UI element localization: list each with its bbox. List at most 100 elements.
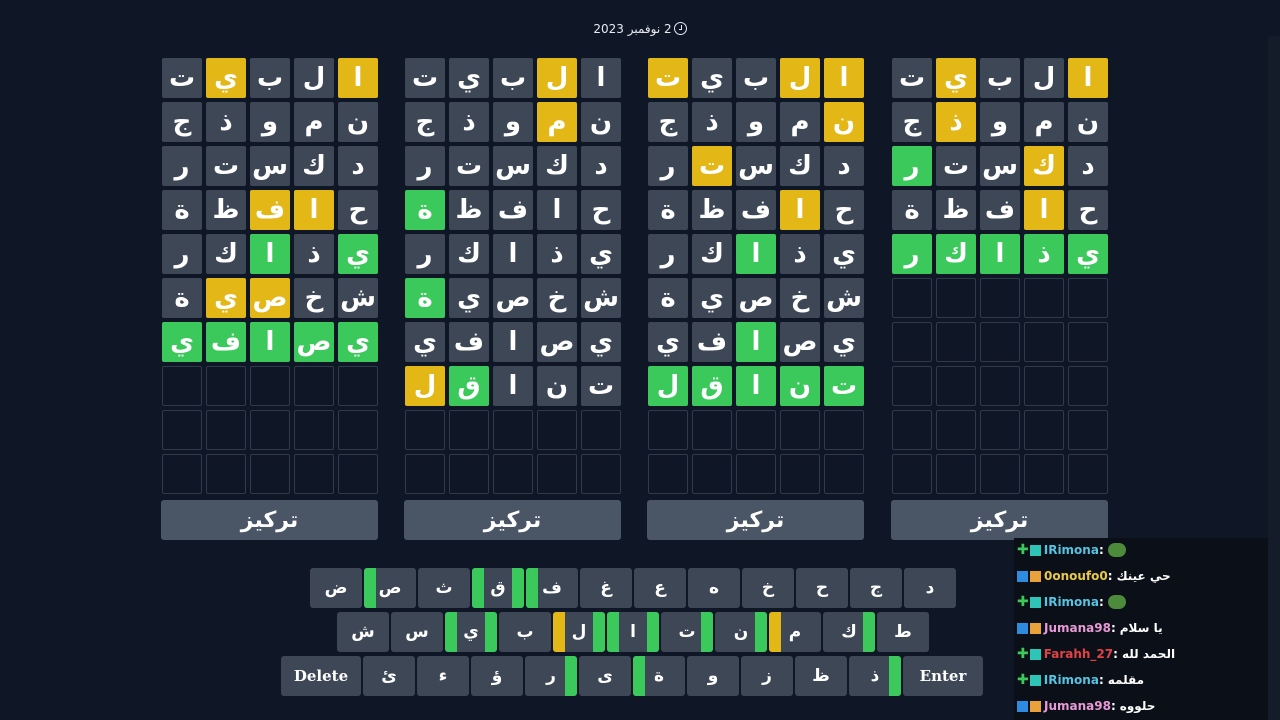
tile: ي — [206, 278, 246, 318]
key-letter[interactable]: ك — [823, 612, 875, 652]
chat-separator: : — [1098, 673, 1104, 687]
tile: ي — [936, 58, 976, 98]
page-scrollbar[interactable] — [1268, 36, 1280, 720]
chat-message: Jumana98 : يا سلام — [1014, 617, 1163, 639]
key-enter[interactable]: Enter — [903, 656, 983, 696]
focus-button[interactable]: تركيز — [161, 500, 378, 540]
tile: ظ — [692, 190, 732, 230]
tile: خ — [537, 278, 577, 318]
tile — [892, 322, 932, 362]
key-label: ء — [438, 666, 448, 686]
tile: ي — [449, 278, 489, 318]
tile: ك — [449, 234, 489, 274]
tile — [824, 410, 864, 450]
tile: ل — [648, 366, 688, 406]
chat-username[interactable]: Jumana98 — [1044, 621, 1111, 635]
key-letter[interactable]: ئ — [363, 656, 415, 696]
tile: ر — [162, 146, 202, 186]
chat-message: Jumana98 : حلووه — [1014, 695, 1155, 717]
frog-emote-icon — [1107, 543, 1126, 557]
key-letter[interactable]: ط — [877, 612, 929, 652]
focus-button[interactable]: تركيز — [404, 500, 621, 540]
tile: خ — [780, 278, 820, 318]
key-letter[interactable]: ب — [499, 612, 551, 652]
tile: و — [250, 102, 290, 142]
key-letter[interactable]: ق — [472, 568, 524, 608]
tile — [936, 410, 976, 450]
key-label: ه — [708, 578, 720, 598]
key-letter[interactable]: ن — [715, 612, 767, 652]
tile: ل — [405, 366, 445, 406]
key-letter[interactable]: ا — [607, 612, 659, 652]
tile: و — [980, 102, 1020, 142]
key-letter[interactable]: ذ — [849, 656, 901, 696]
focus-button[interactable]: تركيز — [891, 500, 1108, 540]
key-letter[interactable]: ه — [688, 568, 740, 608]
tile: ي — [824, 322, 864, 362]
plus-badge-icon: ✚ — [1017, 672, 1029, 688]
chat-message: ✚ IRimona : — [1014, 539, 1126, 561]
key-label: ث — [435, 578, 453, 598]
key-letter[interactable]: ت — [661, 612, 713, 652]
key-letter[interactable]: ء — [417, 656, 469, 696]
key-letter[interactable]: ض — [310, 568, 362, 608]
key-label: د — [925, 578, 935, 598]
chat-username[interactable]: IRimona — [1044, 543, 1099, 557]
tile: ر — [162, 234, 202, 274]
key-label: غ — [600, 578, 612, 598]
key-letter[interactable]: ز — [741, 656, 793, 696]
key-delete[interactable]: Delete — [281, 656, 361, 696]
key-letter[interactable]: ع — [634, 568, 686, 608]
tile: ذ — [537, 234, 577, 274]
key-letter[interactable]: ي — [445, 612, 497, 652]
tile — [493, 410, 533, 450]
key-status-bar — [755, 612, 767, 652]
tile — [892, 454, 932, 494]
key-letter[interactable]: ر — [525, 656, 577, 696]
tile — [1068, 410, 1108, 450]
key-letter[interactable]: ل — [553, 612, 605, 652]
key-letter[interactable]: ث — [418, 568, 470, 608]
chat-username[interactable]: IRimona — [1044, 595, 1099, 609]
key-letter[interactable]: ح — [796, 568, 848, 608]
key-label: ئ — [381, 666, 397, 686]
tile: ك — [537, 146, 577, 186]
tile: ا — [493, 322, 533, 362]
chat-username[interactable]: Farahh_27 — [1044, 647, 1113, 661]
tile: ا — [736, 322, 776, 362]
chat-username[interactable]: Jumana98 — [1044, 699, 1111, 713]
key-letter[interactable]: ف — [526, 568, 578, 608]
tile: ق — [692, 366, 732, 406]
key-letter[interactable]: و — [687, 656, 739, 696]
key-letter[interactable]: س — [391, 612, 443, 652]
key-label: ز — [762, 666, 772, 686]
tile: ر — [892, 234, 932, 274]
board-1: ا ل ب ي ت ن م و ذ ج د ك س ت ر ح ا ف ظ ة ي ذ ا ك ر ش خ ص ي ة ي ص ا ف ي تركيز — [161, 58, 378, 540]
plus-badge-icon: ✚ — [1017, 646, 1029, 662]
chat-separator: : — [1113, 647, 1118, 661]
focus-button[interactable]: تركيز — [647, 500, 864, 540]
tile: م — [294, 102, 334, 142]
key-letter[interactable]: ة — [633, 656, 685, 696]
key-letter[interactable]: ش — [337, 612, 389, 652]
tile — [980, 410, 1020, 450]
key-label: ك — [841, 622, 857, 642]
chat-username[interactable]: 0onoufo0 — [1044, 569, 1108, 583]
key-letter[interactable]: ؤ — [471, 656, 523, 696]
key-letter[interactable]: ج — [850, 568, 902, 608]
key-label: ب — [516, 622, 534, 642]
tile: ب — [736, 58, 776, 98]
tile — [493, 454, 533, 494]
key-letter[interactable]: خ — [742, 568, 794, 608]
tile: ش — [338, 278, 378, 318]
key-letter[interactable]: ظ — [795, 656, 847, 696]
chat-username[interactable]: IRimona — [1044, 673, 1099, 687]
tile: ح — [338, 190, 378, 230]
key-letter[interactable]: غ — [580, 568, 632, 608]
key-letter[interactable]: د — [904, 568, 956, 608]
tile: ل — [294, 58, 334, 98]
key-letter[interactable]: م — [769, 612, 821, 652]
frog-emote-icon — [1107, 595, 1126, 609]
key-letter[interactable]: ى — [579, 656, 631, 696]
key-letter[interactable]: ص — [364, 568, 416, 608]
